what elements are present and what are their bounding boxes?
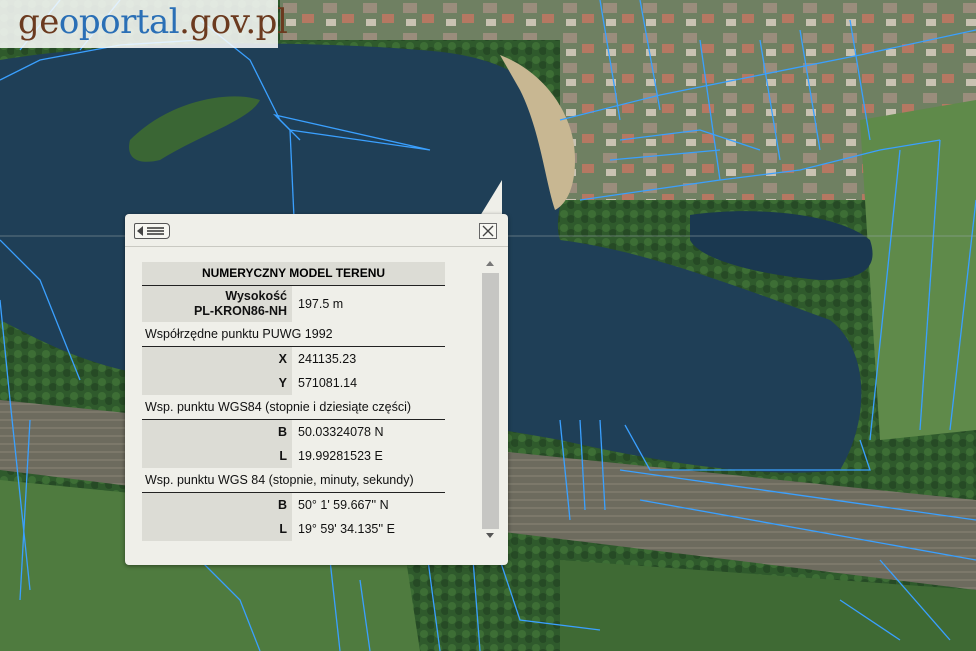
wgs-dms-l-label: L — [142, 517, 292, 541]
wgs-decimal-l-label: L — [142, 444, 292, 468]
puwg-x-value: 241135.23 — [298, 352, 357, 366]
close-button[interactable] — [479, 223, 497, 239]
close-icon — [482, 225, 494, 237]
puwg-y-label: Y — [142, 371, 292, 395]
height-row: Wysokość PL-KRON86-NH 197.5 m — [142, 286, 445, 322]
wgs-dms-b-value: 50° 1' 59.667'' N — [298, 498, 389, 512]
popup-title: NUMERYCZNY MODEL TERENU — [142, 262, 445, 286]
puwg-x-label: X — [142, 347, 292, 371]
list-button[interactable] — [134, 223, 170, 239]
puwg-x-row: X 241135.23 — [142, 347, 445, 371]
terrain-info-popup: NUMERYCZNY MODEL TERENU Wysokość PL-KRON… — [125, 214, 508, 565]
height-value: 197.5 m — [298, 297, 344, 311]
wgs-dms-l-row: L 19° 59' 34.135'' E — [142, 517, 445, 541]
wgs-decimal-b-row: B 50.03324078 N — [142, 420, 445, 444]
height-label: Wysokość PL-KRON86-NH — [142, 286, 292, 322]
popup-scrollbar[interactable] — [482, 257, 499, 542]
height-label-line2: PL-KRON86-NH — [193, 304, 287, 318]
logo-text-part2: oportal — [58, 2, 180, 42]
logo-text-part3: .gov.pl — [179, 2, 288, 42]
scroll-up-arrow-icon[interactable] — [486, 261, 494, 266]
puwg-y-row: Y 571081.14 — [142, 371, 445, 395]
popup-header — [125, 214, 508, 247]
popup-content: NUMERYCZNY MODEL TERENU Wysokość PL-KRON… — [142, 262, 445, 541]
wgs-dms-heading: Wsp. punktu WGS 84 (stopnie, minuty, sek… — [142, 468, 445, 493]
list-icon — [137, 226, 164, 236]
wgs-dms-b-row: B 50° 1' 59.667'' N — [142, 493, 445, 517]
puwg-y-value: 571081.14 — [298, 376, 358, 390]
wgs-decimal-b-value: 50.03324078 N — [298, 425, 384, 439]
height-label-line1: Wysokość — [225, 289, 287, 303]
wgs-decimal-b-label: B — [142, 420, 292, 444]
puwg-heading: Współrzędne punktu PUWG 1992 — [142, 322, 445, 347]
popup-pointer — [480, 180, 502, 216]
wgs-decimal-l-value: 19.99281523 E — [298, 449, 383, 463]
geoportal-logo[interactable]: geoportal.gov.pl — [0, 0, 288, 48]
wgs-decimal-l-row: L 19.99281523 E — [142, 444, 445, 468]
logo-text-part1: ge — [18, 2, 59, 42]
wgs-dms-l-value: 19° 59' 34.135'' E — [298, 522, 395, 536]
scroll-down-arrow-icon[interactable] — [486, 533, 494, 538]
wgs-decimal-heading: Wsp. punktu WGS84 (stopnie i dziesiąte c… — [142, 395, 445, 420]
scroll-thumb[interactable] — [482, 273, 499, 529]
wgs-dms-b-label: B — [142, 493, 292, 517]
